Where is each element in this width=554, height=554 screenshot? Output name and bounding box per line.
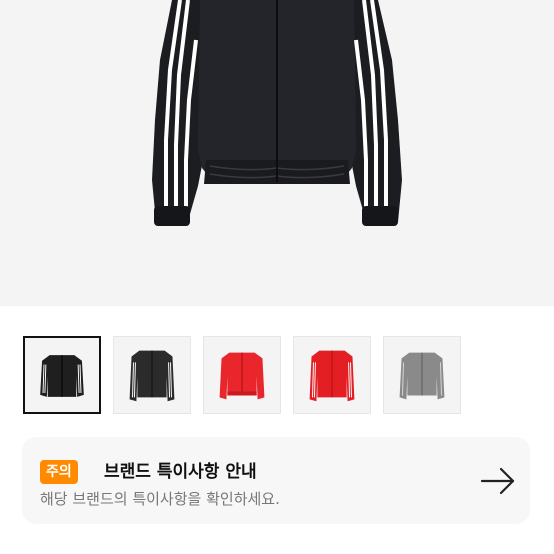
thumbnail-list bbox=[0, 336, 554, 414]
black-jacket-thumb bbox=[40, 355, 84, 397]
thumbnail-black[interactable] bbox=[113, 336, 191, 414]
red-jacket-thumb bbox=[309, 350, 355, 402]
brand-notice-description: 해당 브랜드의 특이사항을 확인하세요. bbox=[40, 490, 280, 508]
brand-notice-title: 브랜드 특이사항 안내 bbox=[104, 462, 257, 482]
brand-notice-card[interactable]: 주의 브랜드 특이사항 안내 해당 브랜드의 특이사항을 확인하세요. bbox=[22, 437, 530, 524]
thumbnail-black-selected[interactable] bbox=[23, 336, 101, 414]
product-main-image[interactable] bbox=[0, 0, 554, 306]
arrow-right-icon[interactable] bbox=[480, 467, 516, 495]
thumbnail-red[interactable] bbox=[203, 336, 281, 414]
thumbnail-red-alt[interactable] bbox=[293, 336, 371, 414]
jacket-illustration bbox=[152, 0, 402, 226]
grey-jacket-thumb bbox=[399, 352, 445, 400]
thumbnail-grey[interactable] bbox=[383, 336, 461, 414]
black-jacket-thumb bbox=[129, 350, 175, 402]
red-jacket-thumb bbox=[219, 352, 265, 400]
warning-badge: 주의 bbox=[40, 460, 78, 484]
